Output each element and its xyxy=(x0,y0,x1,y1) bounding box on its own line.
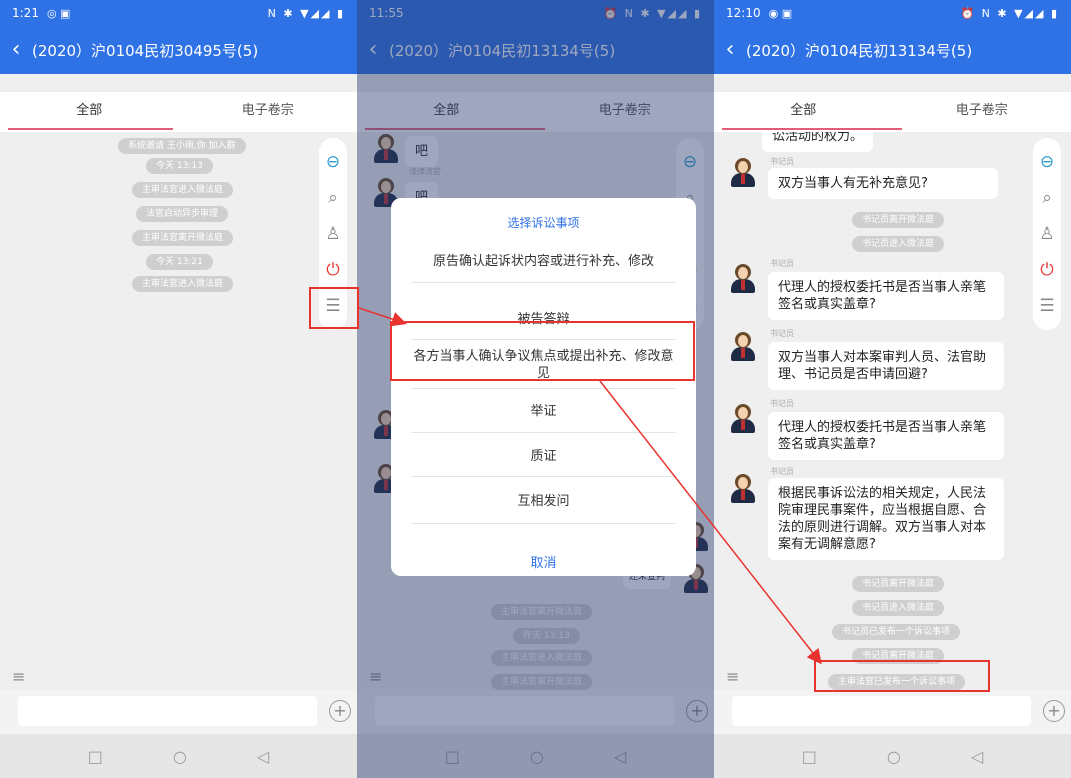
arrow-to-result xyxy=(599,380,822,665)
annotation-arrows xyxy=(358,307,822,665)
arrow-to-dialog xyxy=(358,307,407,327)
